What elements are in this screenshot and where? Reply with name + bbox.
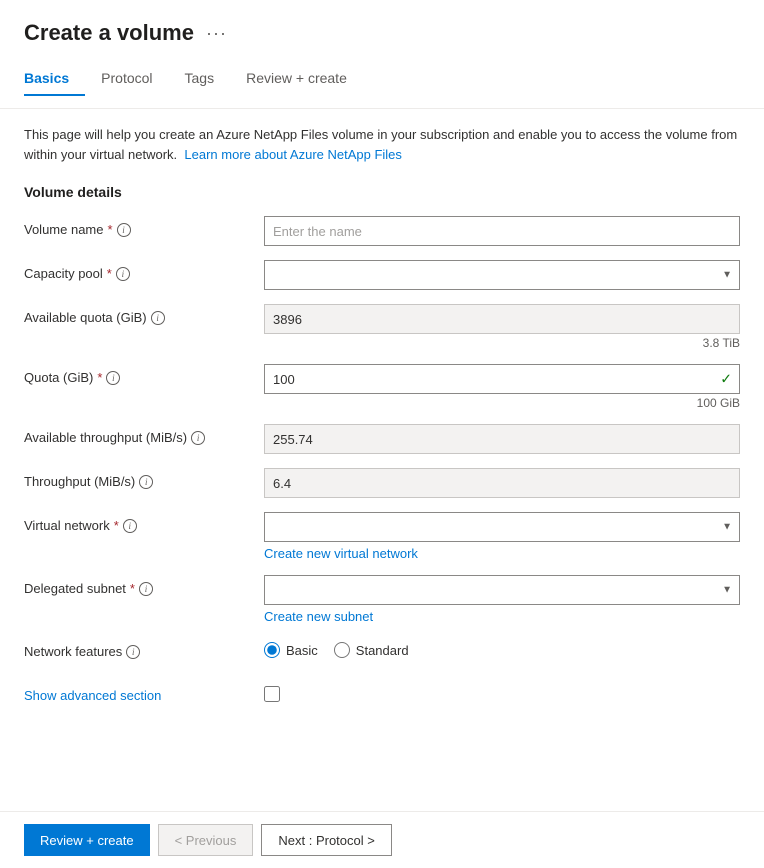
required-star-capacity: *	[107, 266, 112, 281]
throughput-value: 6.4	[264, 468, 740, 498]
network-features-wrapper: Basic Standard	[264, 638, 740, 658]
field-row-available-quota: Available quota (GiB) i 3896 3.8 TiB	[24, 304, 740, 350]
network-features-standard-radio[interactable]	[334, 642, 350, 658]
capacity-pool-wrapper: ▼	[264, 260, 740, 290]
delegated-subnet-wrapper: ▼ Create new subnet	[264, 575, 740, 624]
delegated-subnet-info-icon[interactable]: i	[139, 582, 153, 596]
section-volume-details-title: Volume details	[24, 184, 740, 200]
field-row-available-throughput: Available throughput (MiB/s) i 255.74	[24, 424, 740, 454]
available-quota-value: 3896	[264, 304, 740, 334]
throughput-wrapper: 6.4	[264, 468, 740, 498]
network-features-radio-group: Basic Standard	[264, 638, 740, 658]
previous-button[interactable]: < Previous	[158, 824, 254, 856]
learn-more-link[interactable]: Learn more about Azure NetApp Files	[184, 147, 402, 162]
delegated-subnet-label: Delegated subnet * i	[24, 575, 264, 596]
field-row-volume-name: Volume name * i	[24, 216, 740, 246]
required-star: *	[108, 222, 113, 237]
available-quota-label: Available quota (GiB) i	[24, 304, 264, 325]
virtual-network-info-icon[interactable]: i	[123, 519, 137, 533]
tab-review-create[interactable]: Review + create	[246, 62, 363, 96]
show-advanced-wrapper	[264, 682, 740, 702]
next-protocol-button[interactable]: Next : Protocol >	[261, 824, 391, 856]
network-features-standard-option[interactable]: Standard	[334, 642, 409, 658]
show-advanced-label[interactable]: Show advanced section	[24, 688, 161, 703]
footer: Review + create < Previous Next : Protoc…	[0, 811, 764, 868]
virtual-network-wrapper: ▼ Create new virtual network	[264, 512, 740, 561]
throughput-label: Throughput (MiB/s) i	[24, 468, 264, 489]
quota-label: Quota (GiB) * i	[24, 364, 264, 385]
info-paragraph: This page will help you create an Azure …	[24, 125, 740, 164]
available-throughput-wrapper: 255.74	[264, 424, 740, 454]
quota-hint: 100 GiB	[264, 396, 740, 410]
field-row-network-features: Network features i Basic Standard	[24, 638, 740, 668]
main-content: This page will help you create an Azure …	[0, 109, 764, 811]
delegated-subnet-select[interactable]	[264, 575, 740, 605]
tab-protocol[interactable]: Protocol	[101, 62, 168, 96]
field-row-show-advanced: Show advanced section	[24, 682, 740, 712]
quota-checkmark-icon: ✓	[720, 371, 732, 388]
capacity-pool-label: Capacity pool * i	[24, 260, 264, 281]
virtual-network-select[interactable]	[264, 512, 740, 542]
required-star-quota: *	[97, 370, 102, 385]
page-title: Create a volume	[24, 20, 194, 46]
more-options-button[interactable]: ···	[206, 23, 227, 44]
available-quota-info-icon[interactable]: i	[151, 311, 165, 325]
capacity-pool-info-icon[interactable]: i	[116, 267, 130, 281]
volume-name-wrapper	[264, 216, 740, 246]
create-virtual-network-link[interactable]: Create new virtual network	[264, 546, 418, 561]
required-star-vnet: *	[114, 518, 119, 533]
field-row-quota: Quota (GiB) * i ✓ 100 GiB	[24, 364, 740, 410]
network-features-basic-label: Basic	[286, 643, 318, 658]
available-throughput-label: Available throughput (MiB/s) i	[24, 424, 264, 445]
field-row-virtual-network: Virtual network * i ▼ Create new virtual…	[24, 512, 740, 561]
network-features-standard-label: Standard	[356, 643, 409, 658]
network-features-label: Network features i	[24, 638, 264, 659]
network-features-basic-radio[interactable]	[264, 642, 280, 658]
capacity-pool-select[interactable]	[264, 260, 740, 290]
show-advanced-checkbox[interactable]	[264, 686, 280, 702]
volume-name-label: Volume name * i	[24, 216, 264, 237]
field-row-throughput: Throughput (MiB/s) i 6.4	[24, 468, 740, 498]
page-header: Create a volume ··· Basics Protocol Tags…	[0, 0, 764, 109]
volume-name-info-icon[interactable]: i	[117, 223, 131, 237]
create-subnet-link[interactable]: Create new subnet	[264, 609, 373, 624]
tab-tags[interactable]: Tags	[185, 62, 231, 96]
tab-basics[interactable]: Basics	[24, 62, 85, 96]
available-quota-hint: 3.8 TiB	[264, 336, 740, 350]
throughput-info-icon[interactable]: i	[139, 475, 153, 489]
quota-input[interactable]	[264, 364, 740, 394]
tabs-nav: Basics Protocol Tags Review + create	[24, 62, 740, 96]
review-create-button[interactable]: Review + create	[24, 824, 150, 856]
volume-name-input[interactable]	[264, 216, 740, 246]
virtual-network-label: Virtual network * i	[24, 512, 264, 533]
field-row-capacity-pool: Capacity pool * i ▼	[24, 260, 740, 290]
available-throughput-info-icon[interactable]: i	[191, 431, 205, 445]
field-row-delegated-subnet: Delegated subnet * i ▼ Create new subnet	[24, 575, 740, 624]
available-throughput-value: 255.74	[264, 424, 740, 454]
quota-info-icon[interactable]: i	[106, 371, 120, 385]
available-quota-wrapper: 3896 3.8 TiB	[264, 304, 740, 350]
quota-wrapper: ✓ 100 GiB	[264, 364, 740, 410]
network-features-basic-option[interactable]: Basic	[264, 642, 318, 658]
network-features-info-icon[interactable]: i	[126, 645, 140, 659]
required-star-subnet: *	[130, 581, 135, 596]
